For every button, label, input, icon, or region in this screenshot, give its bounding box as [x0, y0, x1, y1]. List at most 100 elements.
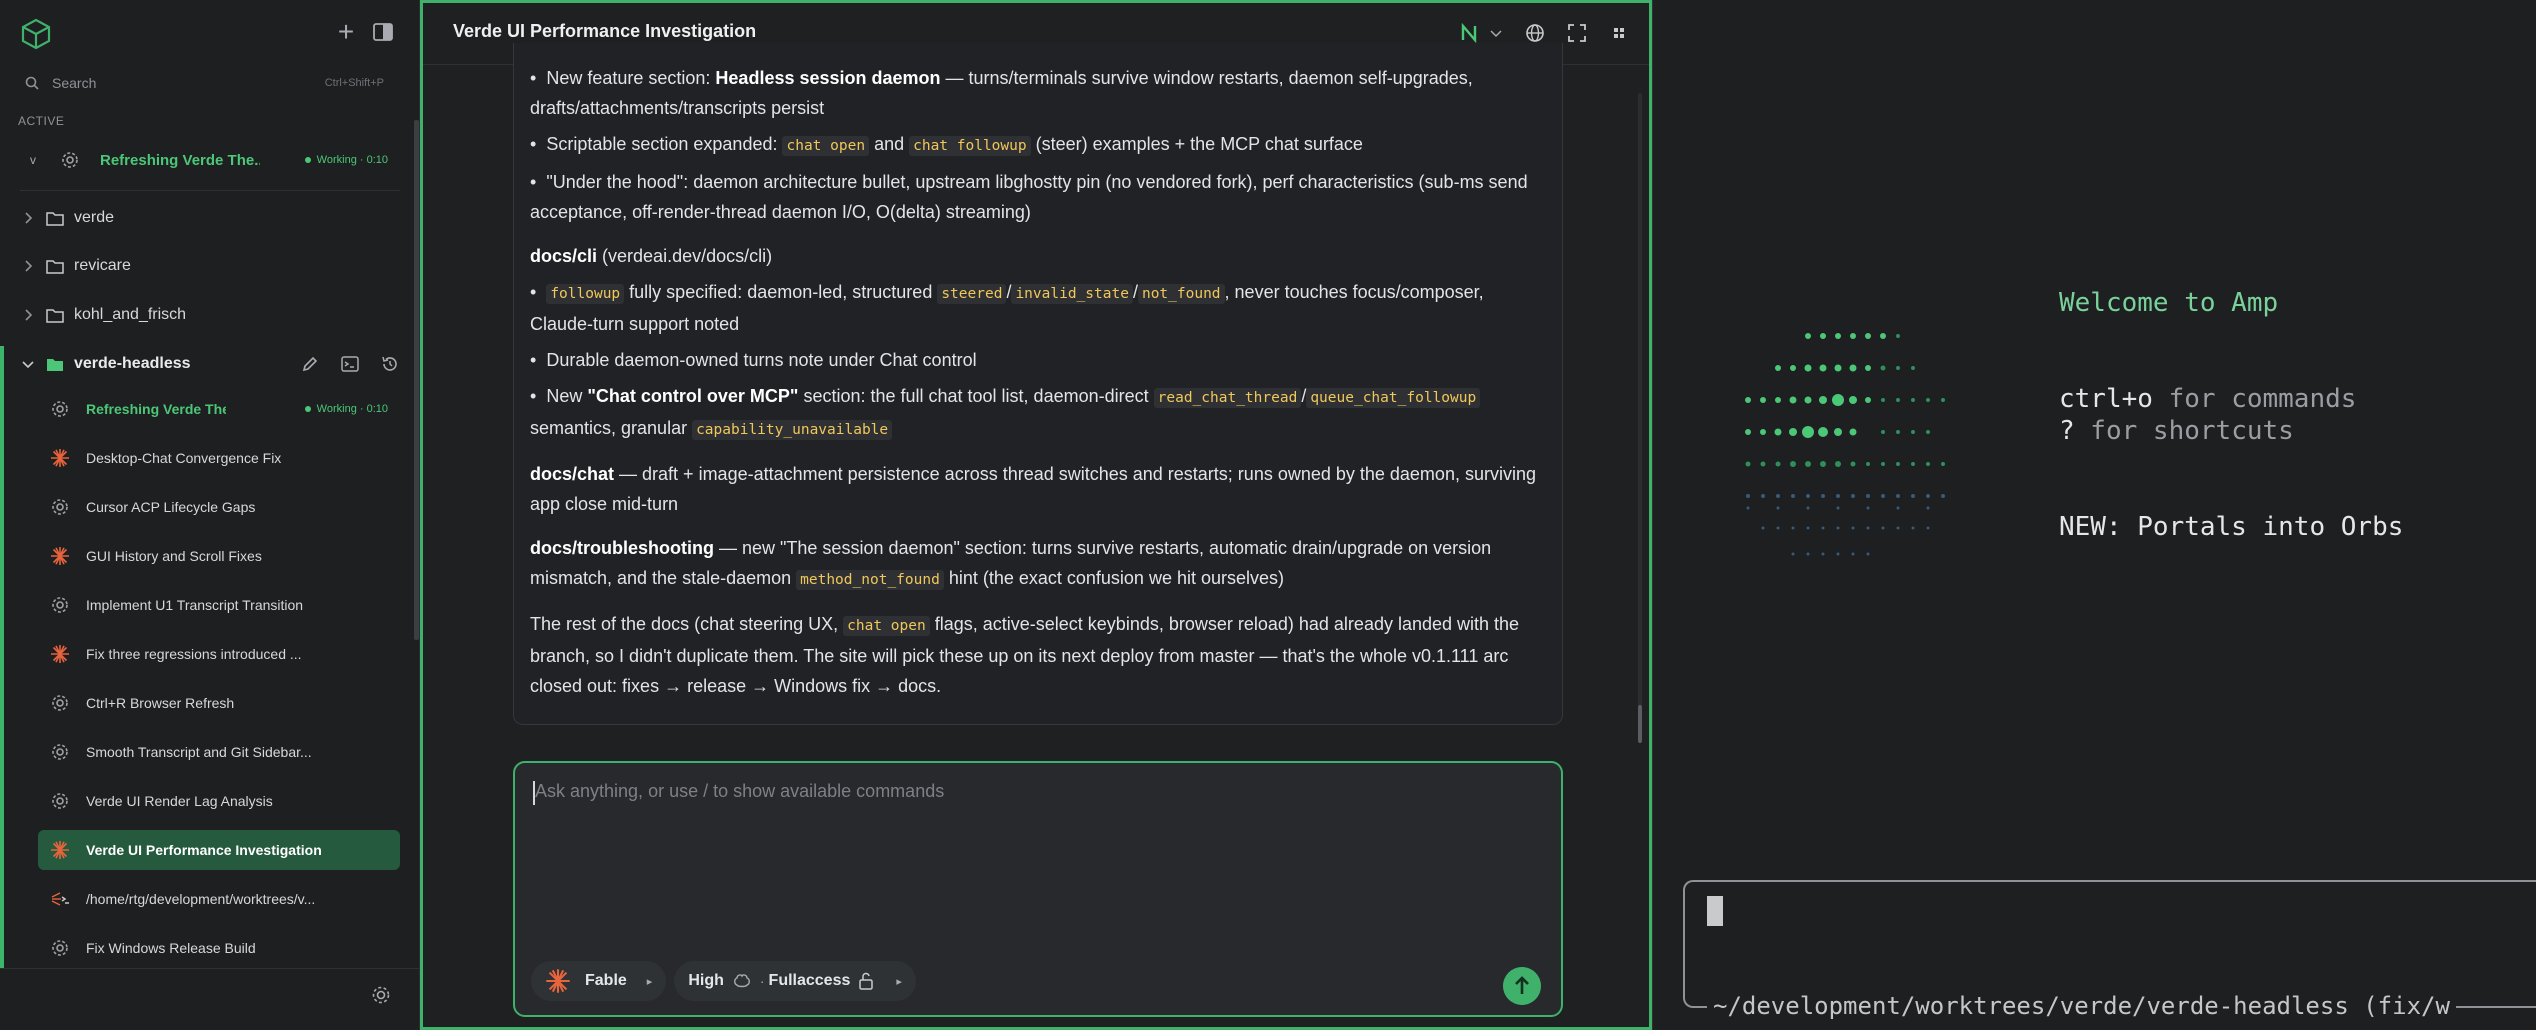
thread-title: Refreshing Verde Them...	[86, 401, 226, 417]
scrollbar-thumb[interactable]	[1638, 705, 1642, 743]
terminal-cursor	[1707, 896, 1723, 926]
globe-icon[interactable]	[1525, 23, 1545, 43]
inline-code: chat followup	[909, 136, 1031, 156]
thread-item[interactable]: Ctrl+R Browser Refresh	[38, 683, 400, 723]
bold-text: "Chat control over MCP"	[587, 386, 799, 406]
grid-icon[interactable]	[1609, 23, 1629, 43]
thread-title: Verde UI Performance Investigation	[86, 842, 322, 858]
thread-title: Desktop-Chat Convergence Fix	[86, 450, 282, 466]
app-logo-icon	[21, 18, 51, 50]
terminal-news: NEW: Portals into Orbs	[2059, 512, 2404, 542]
spinner-icon	[52, 940, 68, 956]
chat-scrollbar[interactable]	[1638, 93, 1642, 743]
thread-item[interactable]: Refreshing Verde Them... Working · 0:10	[38, 389, 400, 429]
toggle-sidebar-icon[interactable]	[372, 21, 394, 43]
bullet: •	[530, 282, 537, 302]
terminal-pane[interactable]: Welcome to Amp ctrl+o for commands ? for…	[1652, 0, 2536, 1030]
folder-revicare[interactable]: revicare	[0, 246, 420, 286]
status-dot	[304, 406, 311, 412]
folder-icon	[46, 259, 64, 274]
agent-name: Fable	[585, 972, 627, 989]
text: hint (the exact confusion we hit ourselv…	[943, 568, 1284, 588]
chat-pane: Verde UI Performance Investigation • New…	[420, 0, 1652, 1030]
thread-item[interactable]: Fix three regressions introduced ...	[38, 634, 400, 674]
collapse-toggle[interactable]: v	[30, 153, 46, 167]
agent-selector[interactable]: Fable ▸	[531, 961, 667, 1001]
starburst-icon	[51, 645, 69, 663]
settings-gear-icon[interactable]	[370, 984, 392, 1006]
thread-title: Cursor ACP Lifecycle Gaps	[86, 499, 256, 515]
thread-title: Fix three regressions introduced ...	[86, 646, 302, 662]
text: (verdeai.dev/docs/cli)	[597, 246, 773, 266]
terminal-input[interactable]	[1683, 880, 2536, 1008]
composer-input[interactable]: Ask anything, or use / to show available…	[535, 781, 944, 802]
thread-title: Ctrl+R Browser Refresh	[86, 695, 235, 711]
thread-item[interactable]: Verde UI Render Lag Analysis	[38, 781, 400, 821]
thread-title: /home/rtg/development/worktrees/v...	[86, 891, 316, 907]
text: The rest of the docs (chat steering UX,	[530, 614, 844, 634]
search-input[interactable]: Search	[52, 75, 325, 91]
text: section: the full chat tool list, daemon…	[798, 386, 1154, 406]
status-text: Working · 0:10	[316, 154, 388, 166]
spinner-icon	[52, 499, 68, 515]
sidebar-scrollbar[interactable]	[414, 120, 419, 640]
text: and	[869, 134, 910, 154]
thread-item[interactable]: Fix Windows Release Build	[38, 928, 400, 968]
inline-code: method_not_found	[796, 570, 944, 590]
send-button[interactable]	[1503, 967, 1541, 1005]
inline-code: capability_unavailable	[692, 420, 893, 440]
text: "Under the hood": daemon architecture bu…	[530, 172, 1528, 222]
caret-right-icon: ▸	[646, 975, 653, 988]
terminal-icon	[51, 892, 69, 906]
spinner-icon	[52, 401, 68, 417]
chevron-right-icon	[25, 212, 33, 224]
new-thread-icon[interactable]: +	[333, 18, 359, 46]
inline-code: steered	[937, 284, 1007, 304]
spinner-icon	[52, 793, 68, 809]
thread-item[interactable]: Smooth Transcript and Git Sidebar...	[38, 732, 400, 772]
active-thread-title: Refreshing Verde The...	[100, 151, 260, 169]
hint-desc: for shortcuts	[2074, 416, 2294, 446]
thread-item[interactable]: Implement U1 Transcript Transition	[38, 585, 400, 625]
spinner-icon	[52, 597, 68, 613]
paragraph: docs/chat — draft + image-attachment per…	[530, 459, 1540, 519]
thread-item[interactable]: GUI History and Scroll Fixes	[38, 536, 400, 576]
composer[interactable]: Ask anything, or use / to show available…	[513, 761, 1563, 1017]
thread-title: Smooth Transcript and Git Sidebar...	[86, 744, 312, 760]
folder-icon	[46, 211, 64, 226]
mode-selector[interactable]: High · Fullaccess ▸	[674, 961, 916, 1001]
section-heading: docs/cli (verdeai.dev/docs/cli)	[530, 241, 1540, 271]
status-badge: Working · 0:10	[304, 403, 388, 415]
thread-item-selected[interactable]: Verde UI Performance Investigation	[38, 830, 400, 870]
active-thread[interactable]: v Refreshing Verde The... Working · 0:10	[16, 140, 400, 180]
thread-item[interactable]: Desktop-Chat Convergence Fix	[38, 438, 400, 478]
text: New feature section:	[546, 68, 716, 88]
folder-open-icon	[47, 358, 63, 371]
folder-verde-headless[interactable]: verde-headless	[0, 344, 420, 384]
chevron-right-icon	[25, 260, 33, 272]
n-logo-icon[interactable]	[1459, 23, 1479, 43]
folder-verde[interactable]: verde	[0, 198, 420, 238]
edit-icon[interactable]	[300, 354, 320, 374]
folder-label: revicare	[74, 257, 131, 274]
bold-text: docs/cli	[530, 246, 598, 266]
bullet-item: • Durable daemon-owned turns note under …	[530, 345, 1540, 375]
bold-text: docs/chat	[530, 464, 615, 484]
thread-item[interactable]: /home/rtg/development/worktrees/v...	[38, 879, 400, 919]
bold-text: docs/troubleshooting	[530, 538, 714, 558]
caret-right-icon: ▸	[896, 975, 902, 988]
history-icon[interactable]	[380, 354, 400, 374]
thread-item[interactable]: Cursor ACP Lifecycle Gaps	[38, 487, 400, 527]
spinner-icon	[52, 695, 68, 711]
fullscreen-icon[interactable]	[1567, 23, 1587, 43]
dot-separator: ·	[759, 973, 765, 989]
terminal-welcome: Welcome to Amp	[2059, 288, 2279, 318]
divider	[20, 190, 400, 191]
header-tools	[1459, 23, 1629, 43]
chevron-down-icon[interactable]	[1489, 23, 1503, 43]
folder-kohl-and-frisch[interactable]: kohl_and_frisch	[0, 295, 420, 335]
bullet: •	[530, 68, 537, 88]
bullet-item: • New feature section: Headless session …	[530, 63, 1540, 123]
terminal-icon[interactable]	[340, 354, 360, 374]
search-bar[interactable]: Search Ctrl+Shift+P	[24, 70, 384, 96]
